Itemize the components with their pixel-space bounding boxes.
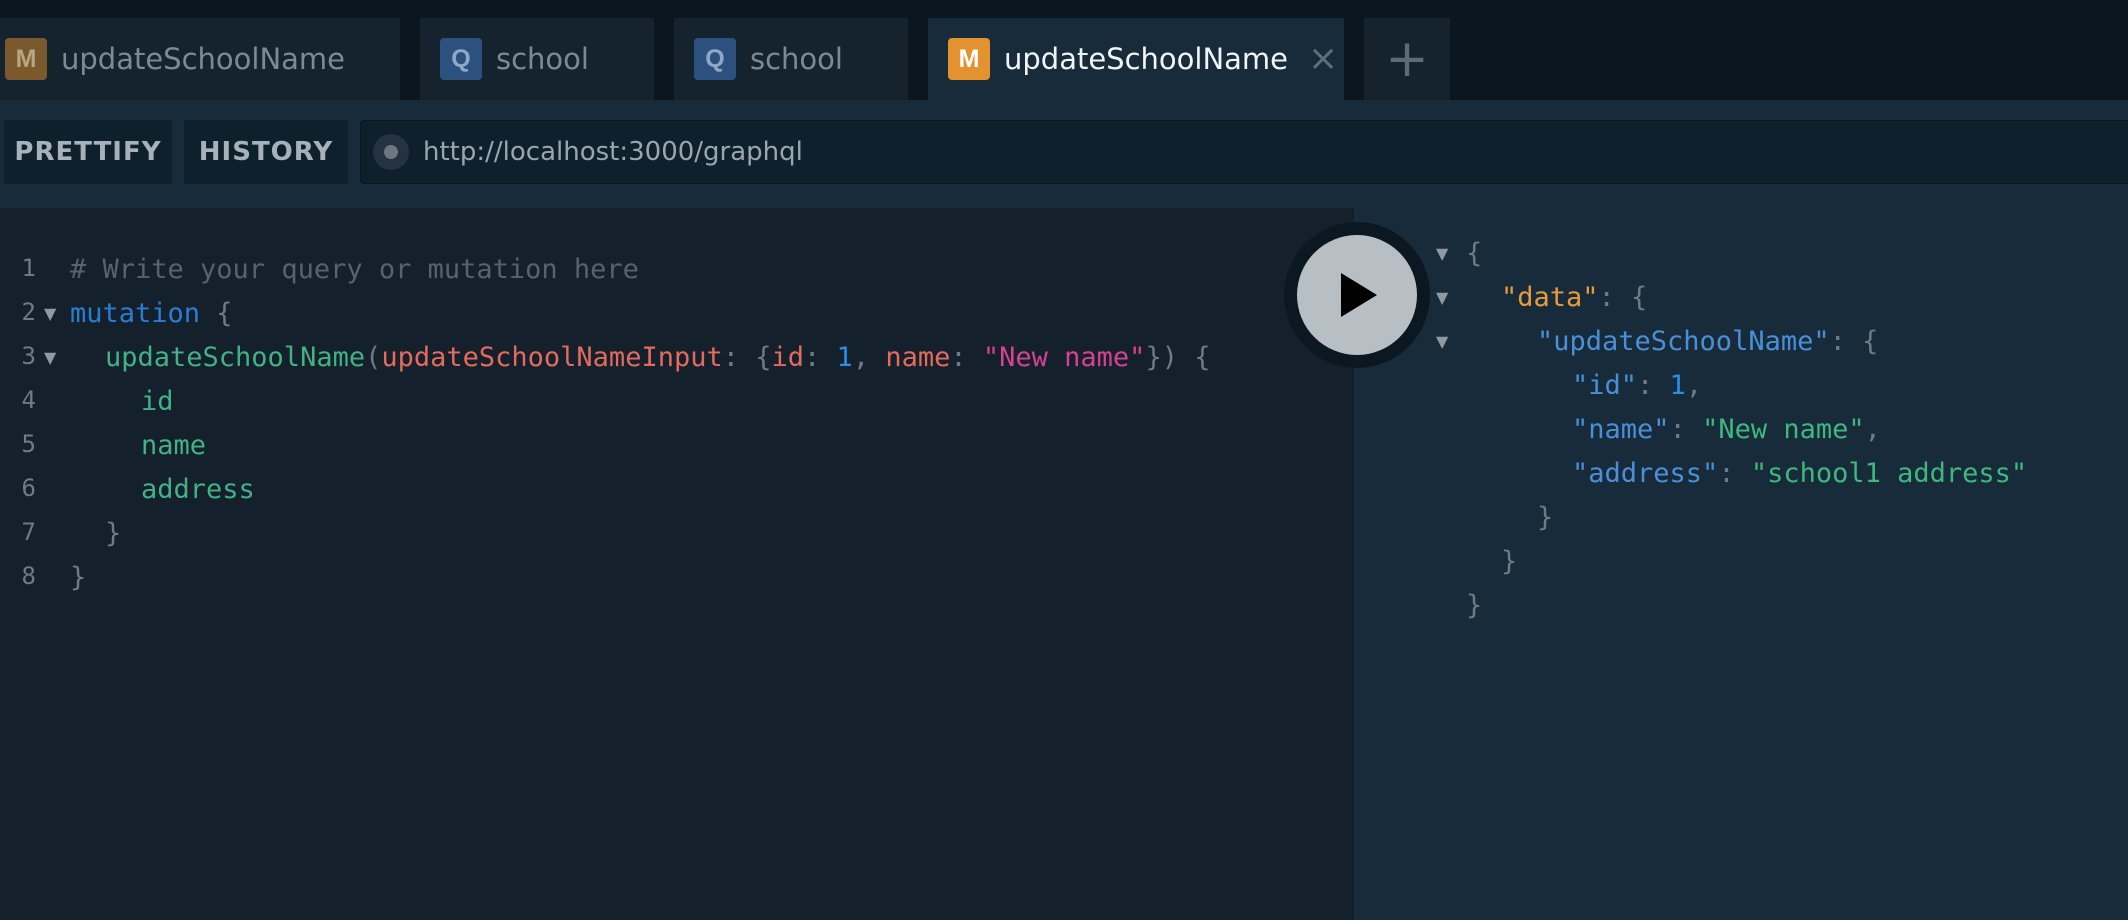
- json-string: "school1 address": [1750, 458, 2028, 489]
- tab-school-1[interactable]: Q school: [420, 18, 654, 100]
- code-string: "New name": [982, 342, 1146, 373]
- code-keyword: mutation: [70, 298, 201, 329]
- code-punct: :: [950, 342, 983, 373]
- result-line-7: }: [1537, 496, 1553, 540]
- run-button-face[interactable]: [1297, 235, 1417, 355]
- json-punct: : {: [1829, 326, 1879, 357]
- endpoint-url-text: http://localhost:3000/graphql: [423, 137, 803, 167]
- line-number: 4: [21, 386, 36, 414]
- result-line-2: "data": {: [1501, 276, 1647, 320]
- code-line-8: }: [70, 556, 86, 600]
- mutation-badge: M: [5, 38, 47, 80]
- line-number: 3: [21, 342, 36, 370]
- result-line-4: "id": 1,: [1572, 364, 1702, 408]
- triangle-down-icon[interactable]: ▼: [44, 336, 56, 380]
- mutation-badge: M: [948, 38, 990, 80]
- code-field: address: [141, 474, 255, 505]
- prettify-button[interactable]: PRETTIFY: [4, 120, 172, 184]
- tab-title: updateSchoolName: [1004, 42, 1289, 76]
- json-punct: }: [1466, 590, 1483, 621]
- tab-updateschoolname-active[interactable]: M updateSchoolName ×: [928, 18, 1344, 100]
- json-punct: ,: [1864, 414, 1881, 445]
- code-line-3: updateSchoolName(updateSchoolNameInput: …: [105, 336, 1210, 380]
- toolbar: PRETTIFY HISTORY http://localhost:3000/g…: [0, 100, 2128, 208]
- code-punct: ,: [852, 342, 886, 373]
- line-number: 7: [21, 518, 36, 546]
- code-arg: name: [885, 342, 951, 373]
- history-button[interactable]: HISTORY: [184, 120, 348, 184]
- code-number: 1: [836, 342, 853, 373]
- code-line-1: # Write your query or mutation here: [70, 248, 639, 292]
- line-number: 6: [21, 474, 36, 502]
- json-punct: }: [1501, 546, 1518, 577]
- tab-title: school: [750, 42, 843, 76]
- result-line-8: }: [1501, 540, 1517, 584]
- json-string: "New name": [1702, 414, 1865, 445]
- code-punct: {: [200, 298, 233, 329]
- query-badge: Q: [440, 38, 482, 80]
- code-arg: id: [771, 342, 805, 373]
- code-line-4: id: [141, 380, 174, 424]
- code-line-5: name: [141, 424, 206, 468]
- code-line-7: }: [105, 512, 121, 556]
- line-number: 2: [21, 298, 36, 326]
- result-line-5: "name": "New name",: [1572, 408, 1881, 452]
- tab-title: updateSchoolName: [61, 42, 346, 76]
- triangle-down-icon[interactable]: ▼: [1436, 276, 1448, 320]
- json-punct: :: [1637, 370, 1670, 401]
- line-number: 5: [21, 430, 36, 458]
- endpoint-url-input[interactable]: http://localhost:3000/graphql: [360, 120, 2128, 184]
- run-button[interactable]: [1284, 222, 1430, 368]
- code-punct: }: [70, 562, 87, 593]
- status-dot-icon: [373, 134, 409, 170]
- result-panel[interactable]: ▼ ▼ ▼ { "data": { "updateSchoolName": { …: [1354, 208, 2128, 920]
- code-arg: updateSchoolNameInput: [381, 342, 723, 373]
- json-key: "name": [1572, 414, 1670, 445]
- json-punct: : {: [1598, 282, 1648, 313]
- result-line-9: }: [1466, 584, 1482, 628]
- tab-bar: M updateSchoolName Q school Q school M u…: [0, 0, 2128, 100]
- result-line-1: {: [1466, 232, 1482, 276]
- json-key: "updateSchoolName": [1537, 326, 1830, 357]
- code-field: id: [141, 386, 174, 417]
- json-punct: ,: [1685, 370, 1703, 401]
- tab-school-2[interactable]: Q school: [674, 18, 908, 100]
- code-punct: : {: [722, 342, 772, 373]
- json-key: "id": [1572, 370, 1638, 401]
- result-line-6: "address": "school1 address": [1572, 452, 2027, 496]
- json-key: "data": [1501, 282, 1599, 313]
- code-punct: (: [365, 342, 382, 373]
- code-field: updateSchoolName: [105, 342, 366, 373]
- json-number: 1: [1669, 370, 1686, 401]
- code-punct: :: [804, 342, 837, 373]
- json-punct: :: [1669, 414, 1703, 445]
- play-icon: [1341, 273, 1377, 317]
- json-punct: {: [1466, 238, 1483, 269]
- result-line-3: "updateSchoolName": {: [1537, 320, 1878, 364]
- code-field: name: [141, 430, 207, 461]
- query-badge: Q: [694, 38, 736, 80]
- code-line-2: mutation {: [70, 292, 233, 336]
- json-punct: :: [1718, 458, 1751, 489]
- line-number: 8: [21, 562, 36, 590]
- code-punct: }: [105, 518, 122, 549]
- tab-updateschoolname-1[interactable]: M updateSchoolName: [0, 18, 400, 100]
- query-editor[interactable]: 1 2 3 4 5 6 7 8 ▼ ▼ # Write your query o…: [0, 208, 1354, 920]
- code-punct: }) {: [1145, 342, 1211, 373]
- triangle-down-icon[interactable]: ▼: [1436, 232, 1448, 276]
- code-line-6: address: [141, 468, 255, 512]
- triangle-down-icon[interactable]: ▼: [1436, 320, 1448, 364]
- plus-icon[interactable]: +: [1364, 18, 1450, 100]
- close-icon[interactable]: ×: [1308, 41, 1338, 77]
- tab-title: school: [496, 42, 589, 76]
- code-comment: # Write your query or mutation here: [70, 254, 639, 285]
- triangle-down-icon[interactable]: ▼: [44, 292, 56, 336]
- line-number: 1: [21, 254, 36, 282]
- json-punct: }: [1537, 502, 1554, 533]
- json-key: "address": [1572, 458, 1719, 489]
